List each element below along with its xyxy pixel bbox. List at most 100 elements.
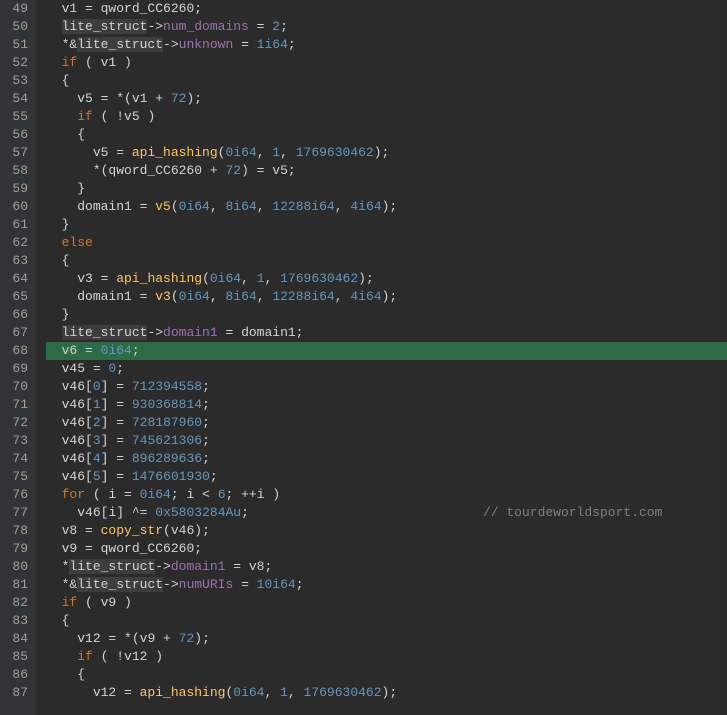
- token-ind: [46, 109, 77, 124]
- token-op: *(: [124, 631, 140, 646]
- code-line[interactable]: v1 = qword_CC6260;: [46, 0, 727, 18]
- token-ind: [46, 289, 77, 304]
- line-number: 62: [6, 234, 28, 252]
- code-line[interactable]: v46[1] = 930368814;: [46, 396, 727, 414]
- token-punc: ]: [116, 505, 124, 520]
- token-var: v1: [132, 91, 148, 106]
- code-line[interactable]: *&lite_struct->unknown = 1i64;: [46, 36, 727, 54]
- line-number: 49: [6, 0, 28, 18]
- code-line[interactable]: {: [46, 126, 727, 144]
- code-line[interactable]: domain1 = v5(0i64, 8i64, 12288i64, 4i64)…: [46, 198, 727, 216]
- code-line[interactable]: v12 = *(v9 + 72);: [46, 630, 727, 648]
- token-punc: }: [62, 307, 70, 322]
- code-line[interactable]: }: [46, 180, 727, 198]
- token-var: v8: [62, 523, 78, 538]
- token-var: v45: [62, 361, 85, 376]
- line-number: 51: [6, 36, 28, 54]
- code-line[interactable]: *&lite_struct->numURIs = 10i64;: [46, 576, 727, 594]
- code-line[interactable]: lite_struct->num_domains = 2;: [46, 18, 727, 36]
- token-var: domain1: [77, 289, 132, 304]
- code-line[interactable]: if ( v1 ): [46, 54, 727, 72]
- token-numhex: 0x5803284Au: [155, 505, 241, 520]
- code-line[interactable]: if ( !v5 ): [46, 108, 727, 126]
- token-punc: [: [85, 451, 93, 466]
- code-line[interactable]: *lite_struct->domain1 = v8;: [46, 558, 727, 576]
- code-line[interactable]: for ( i = 0i64; i < 6; ++i ): [46, 486, 727, 504]
- token-txt: (: [77, 595, 100, 610]
- code-line[interactable]: v46[2] = 728187960;: [46, 414, 727, 432]
- code-line[interactable]: v45 = 0;: [46, 360, 727, 378]
- code-line[interactable]: }: [46, 306, 727, 324]
- token-op: !: [116, 109, 124, 124]
- token-ind: [46, 523, 62, 538]
- token-ind: [46, 19, 62, 34]
- token-txt: ): [265, 487, 281, 502]
- token-num: 8i64: [225, 199, 256, 214]
- token-punc: {: [62, 253, 70, 268]
- code-line[interactable]: v46[3] = 745621306;: [46, 432, 727, 450]
- token-var: v12: [93, 685, 116, 700]
- token-punc: ,: [210, 289, 226, 304]
- code-editor[interactable]: 4950515253545556575859606162636465666768…: [0, 0, 727, 715]
- token-op: =: [225, 559, 248, 574]
- code-line[interactable]: v6 = 0i64;: [46, 342, 727, 360]
- token-op: =: [85, 361, 108, 376]
- code-line[interactable]: v46[5] = 1476601930;: [46, 468, 727, 486]
- token-var: v9: [101, 595, 117, 610]
- token-func: api_hashing: [140, 685, 226, 700]
- code-line[interactable]: v5 = *(v1 + 72);: [46, 90, 727, 108]
- code-line[interactable]: lite_struct->domain1 = domain1;: [46, 324, 727, 342]
- token-num: 0i64: [179, 199, 210, 214]
- token-var: v6: [62, 343, 78, 358]
- token-op: =: [108, 451, 131, 466]
- code-area[interactable]: v1 = qword_CC6260; lite_struct->num_doma…: [36, 0, 727, 715]
- code-line[interactable]: {: [46, 612, 727, 630]
- token-txt: ): [116, 595, 132, 610]
- token-ind: [46, 415, 62, 430]
- token-op: +: [202, 163, 225, 178]
- token-var: qword_CC6260: [108, 163, 202, 178]
- token-op: =: [77, 343, 100, 358]
- token-punc: }: [77, 181, 85, 196]
- token-ind: [46, 361, 62, 376]
- code-line[interactable]: v5 = api_hashing(0i64, 1, 1769630462);: [46, 144, 727, 162]
- token-num: 1: [257, 271, 265, 286]
- token-op: =: [116, 685, 139, 700]
- code-line[interactable]: {: [46, 666, 727, 684]
- token-var: v9: [140, 631, 156, 646]
- token-var: v1: [62, 1, 78, 16]
- token-txt: ): [147, 649, 163, 664]
- token-num: 3: [93, 433, 101, 448]
- code-line[interactable]: domain1 = v3(0i64, 8i64, 12288i64, 4i64)…: [46, 288, 727, 306]
- code-line[interactable]: if ( !v12 ): [46, 648, 727, 666]
- code-line[interactable]: *(qword_CC6260 + 72) = v5;: [46, 162, 727, 180]
- token-func: api_hashing: [132, 145, 218, 160]
- token-op: =: [108, 397, 131, 412]
- token-num: 1: [280, 685, 288, 700]
- token-num: 4i64: [350, 199, 381, 214]
- code-line[interactable]: v12 = api_hashing(0i64, 1, 1769630462);: [46, 684, 727, 702]
- token-op: =: [93, 91, 116, 106]
- code-line[interactable]: if ( v9 ): [46, 594, 727, 612]
- code-line[interactable]: v46[i] ^= 0x5803284Au; // tourdeworldspo…: [46, 504, 727, 522]
- token-punc: {: [77, 667, 85, 682]
- line-number: 66: [6, 306, 28, 324]
- code-line[interactable]: v46[4] = 896289636;: [46, 450, 727, 468]
- token-txt: ): [116, 55, 132, 70]
- token-op: =: [132, 289, 155, 304]
- code-line[interactable]: v9 = qword_CC6260;: [46, 540, 727, 558]
- code-line[interactable]: v8 = copy_str(v46);: [46, 522, 727, 540]
- token-op: =: [108, 379, 131, 394]
- code-line[interactable]: else: [46, 234, 727, 252]
- code-line[interactable]: v46[0] = 712394558;: [46, 378, 727, 396]
- token-txt: (: [93, 109, 116, 124]
- token-punc: ,: [335, 199, 351, 214]
- line-number: 58: [6, 162, 28, 180]
- code-line[interactable]: {: [46, 72, 727, 90]
- token-var: qword_CC6260: [101, 541, 195, 556]
- token-num: 728187960: [132, 415, 202, 430]
- code-line[interactable]: v3 = api_hashing(0i64, 1, 1769630462);: [46, 270, 727, 288]
- code-line[interactable]: {: [46, 252, 727, 270]
- token-field: num_domains: [163, 19, 249, 34]
- code-line[interactable]: }: [46, 216, 727, 234]
